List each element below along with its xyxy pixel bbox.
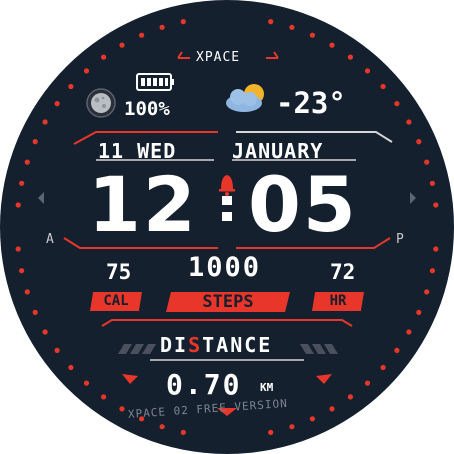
ring-dot <box>309 416 315 422</box>
distance-label-highlight: S <box>188 333 203 357</box>
bell-icon <box>219 175 235 196</box>
heart-rate-value[interactable]: 72 <box>330 260 355 284</box>
ring-dot <box>159 24 165 30</box>
distance-frame-top <box>101 319 353 327</box>
ring-dot <box>32 139 38 145</box>
ring-dot <box>268 19 274 25</box>
ring-dot <box>15 202 21 208</box>
steps-label: STEPS <box>166 292 290 312</box>
ring-dot <box>42 119 48 125</box>
ring-dot <box>406 329 412 335</box>
ring-dot <box>329 42 335 48</box>
ring-dot <box>119 42 125 48</box>
left-arrow-icon <box>38 192 44 204</box>
time-minutes[interactable]: 05 <box>248 160 358 249</box>
ring-dot <box>268 429 274 435</box>
brand-logo: XPACE <box>196 50 241 65</box>
brand-bracket-left <box>177 51 190 59</box>
ring-dot <box>83 68 90 74</box>
ring-dot <box>429 268 435 274</box>
ring-dot <box>54 101 60 107</box>
partly-cloudy-icon <box>226 84 264 112</box>
weather-temperature: -23° <box>276 86 346 120</box>
distance-label-post: TANCE <box>202 333 273 357</box>
ring-dot <box>119 406 125 412</box>
battery-percent: 100% <box>124 98 170 120</box>
ring-dot <box>289 424 295 430</box>
distance-unit: KM <box>260 381 274 394</box>
ring-dot <box>380 364 386 371</box>
ring-dot <box>347 54 353 60</box>
ring-dot <box>329 406 335 412</box>
ring-dot <box>19 180 25 186</box>
ring-dot <box>68 364 74 371</box>
ring-dot <box>424 159 430 165</box>
watch-face: XPACE 100% -23° 11 WED JANUARY 12 05 A P… <box>0 0 454 454</box>
ring-dot <box>364 380 371 386</box>
ring-dot <box>433 202 439 208</box>
distance-stripes-right <box>300 344 338 354</box>
ring-dot <box>54 347 60 353</box>
ring-dot <box>364 68 371 74</box>
ring-dot <box>32 309 38 315</box>
steps-value[interactable]: 1000 <box>188 252 261 283</box>
distance-value[interactable]: 0.70 <box>166 368 241 401</box>
ring-dot <box>180 19 186 25</box>
ring-dot <box>19 268 25 274</box>
ring-dot <box>394 347 400 353</box>
brand-bracket-right <box>266 51 279 59</box>
distance-marker-left <box>122 374 138 384</box>
heart-rate-label: HR <box>312 292 364 311</box>
distance-stripes-left <box>118 344 156 354</box>
ring-dot <box>24 289 30 295</box>
ring-dot <box>416 139 422 145</box>
right-arrow-icon <box>410 192 416 204</box>
calories-label: CAL <box>90 292 142 311</box>
ring-dot <box>24 159 30 165</box>
ring-dot <box>429 180 435 186</box>
moon-phase-icon <box>86 88 116 118</box>
ring-dot <box>394 101 400 107</box>
ring-dot <box>424 289 430 295</box>
ring-dot <box>15 246 21 252</box>
ring-dot <box>101 54 107 60</box>
ring-dot <box>180 429 186 435</box>
distance-label-pre: DI <box>160 333 189 357</box>
time-hours[interactable]: 12 <box>88 160 198 249</box>
am-indicator: A <box>46 232 54 247</box>
ring-dot <box>68 83 74 90</box>
ring-dot <box>416 309 422 315</box>
time-colon <box>222 196 232 221</box>
distance-label: DISTANCE <box>160 333 272 357</box>
calories-value[interactable]: 75 <box>106 260 131 284</box>
ring-dot <box>101 394 107 400</box>
ring-dot <box>139 32 145 38</box>
ring-dot <box>289 24 295 30</box>
ring-dot <box>433 246 439 252</box>
ring-dot <box>42 329 48 335</box>
ring-dot <box>309 32 315 38</box>
ring-dot <box>406 119 412 125</box>
distance-marker-right <box>316 374 332 384</box>
ring-dot <box>380 83 386 90</box>
battery-icon <box>136 73 174 91</box>
ring-dot <box>159 424 165 430</box>
ring-dot <box>347 394 353 400</box>
pm-indicator: P <box>396 232 404 247</box>
ring-dot <box>83 380 90 386</box>
